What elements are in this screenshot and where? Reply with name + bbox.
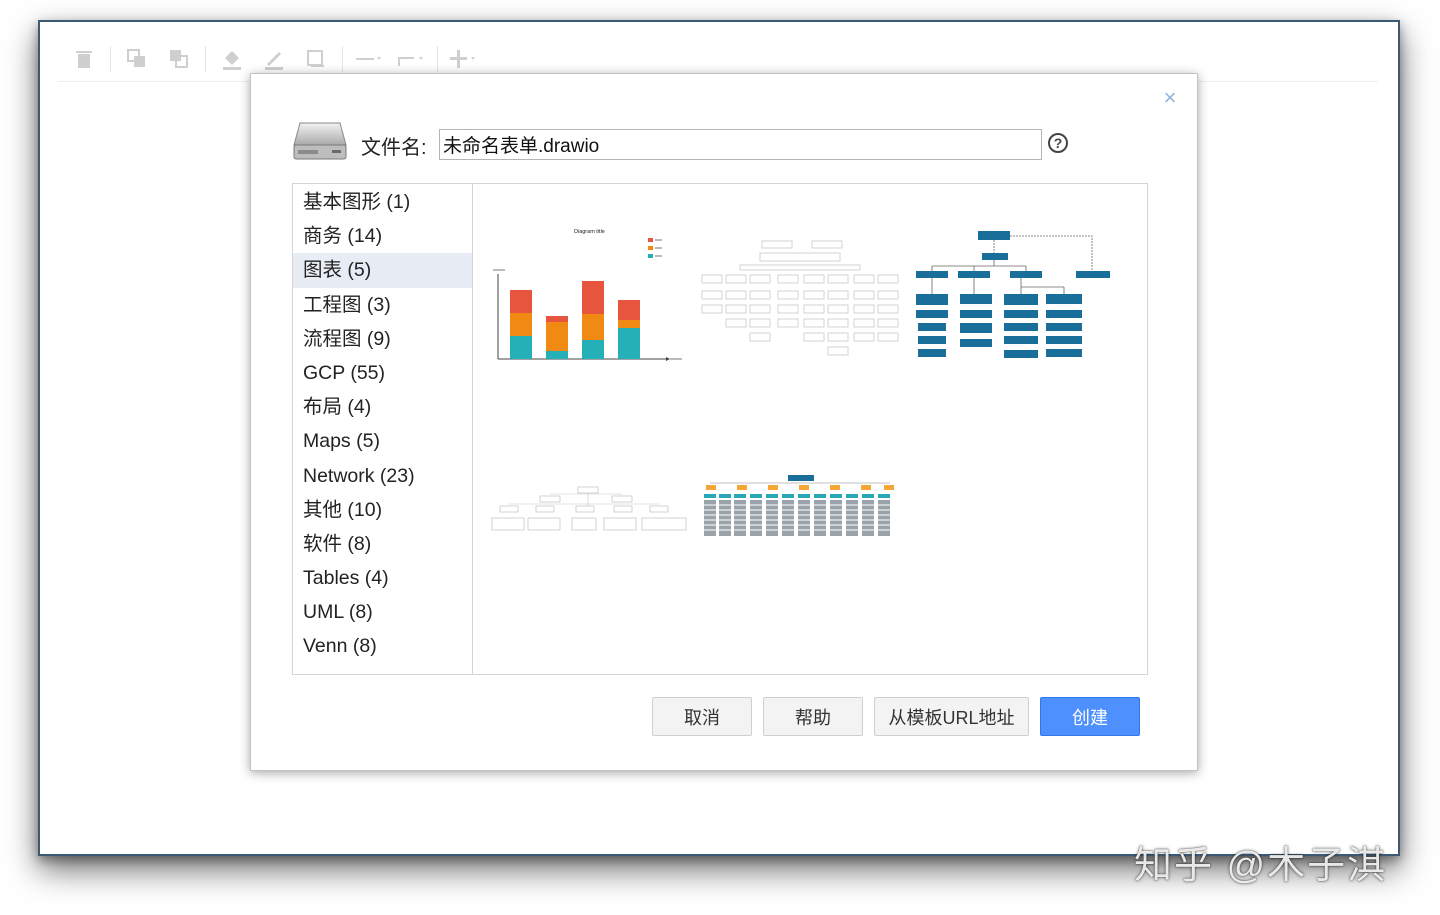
category-business[interactable]: 商务 (14) [293, 219, 472, 253]
category-uml[interactable]: UML (8) [293, 595, 472, 629]
shadow-icon[interactable] [300, 43, 332, 75]
category-list: 基本图形 (1) 商务 (14) 图表 (5) 工程图 (3) 流程图 (9) … [293, 184, 473, 674]
category-gcp[interactable]: GCP (55) [293, 356, 472, 390]
template-panel: 基本图形 (1) 商务 (14) 图表 (5) 工程图 (3) 流程图 (9) … [292, 183, 1148, 675]
category-layout[interactable]: 布局 (4) [293, 390, 472, 424]
close-icon[interactable]: × [1160, 87, 1180, 109]
cancel-button[interactable]: 取消 [652, 697, 752, 736]
watermark: 知乎 @木子淇 [1134, 845, 1388, 887]
line-color-icon[interactable] [258, 43, 290, 75]
template-org-chart-grid[interactable] [702, 474, 902, 544]
category-network[interactable]: Network (23) [293, 459, 472, 493]
toolbar-divider [110, 45, 111, 72]
category-maps[interactable]: Maps (5) [293, 424, 472, 458]
waypoints-icon[interactable] [395, 43, 427, 75]
template-org-chart-blue[interactable] [914, 229, 1114, 369]
to-front-icon[interactable] [121, 43, 153, 75]
from-template-url-button[interactable]: 从模板URL地址 [874, 697, 1029, 736]
template-thumbnails: Diagram title [474, 184, 1147, 674]
template-bar-chart[interactable]: Diagram title [488, 224, 688, 369]
category-basic[interactable]: 基本图形 (1) [293, 185, 472, 219]
toolbar-divider [342, 45, 343, 72]
category-tables[interactable]: Tables (4) [293, 561, 472, 595]
help-icon[interactable]: ? [1048, 133, 1068, 153]
hard-drive-icon [292, 119, 348, 168]
connection-icon[interactable] [353, 43, 385, 75]
category-software[interactable]: 软件 (8) [293, 527, 472, 561]
category-charts[interactable]: 图表 (5) [293, 253, 472, 288]
bar-chart-title: Diagram title [574, 229, 605, 235]
help-button[interactable]: 帮助 [763, 697, 863, 736]
filename-label: 文件名: [361, 137, 427, 159]
to-back-icon[interactable] [163, 43, 195, 75]
create-button[interactable]: 创建 [1040, 697, 1140, 736]
filename-input[interactable] [439, 129, 1042, 160]
category-engineering[interactable]: 工程图 (3) [293, 288, 472, 322]
template-org-chart-gray[interactable] [700, 239, 900, 359]
template-tree-chart-gray[interactable] [490, 486, 690, 536]
delete-icon[interactable] [68, 43, 100, 75]
category-flowchart[interactable]: 流程图 (9) [293, 322, 472, 356]
insert-icon[interactable] [448, 43, 480, 75]
fill-color-icon[interactable] [216, 43, 248, 75]
category-venn[interactable]: Venn (8) [293, 629, 472, 663]
toolbar-divider [437, 45, 438, 72]
toolbar-divider [205, 45, 206, 72]
category-other[interactable]: 其他 (10) [293, 493, 472, 527]
